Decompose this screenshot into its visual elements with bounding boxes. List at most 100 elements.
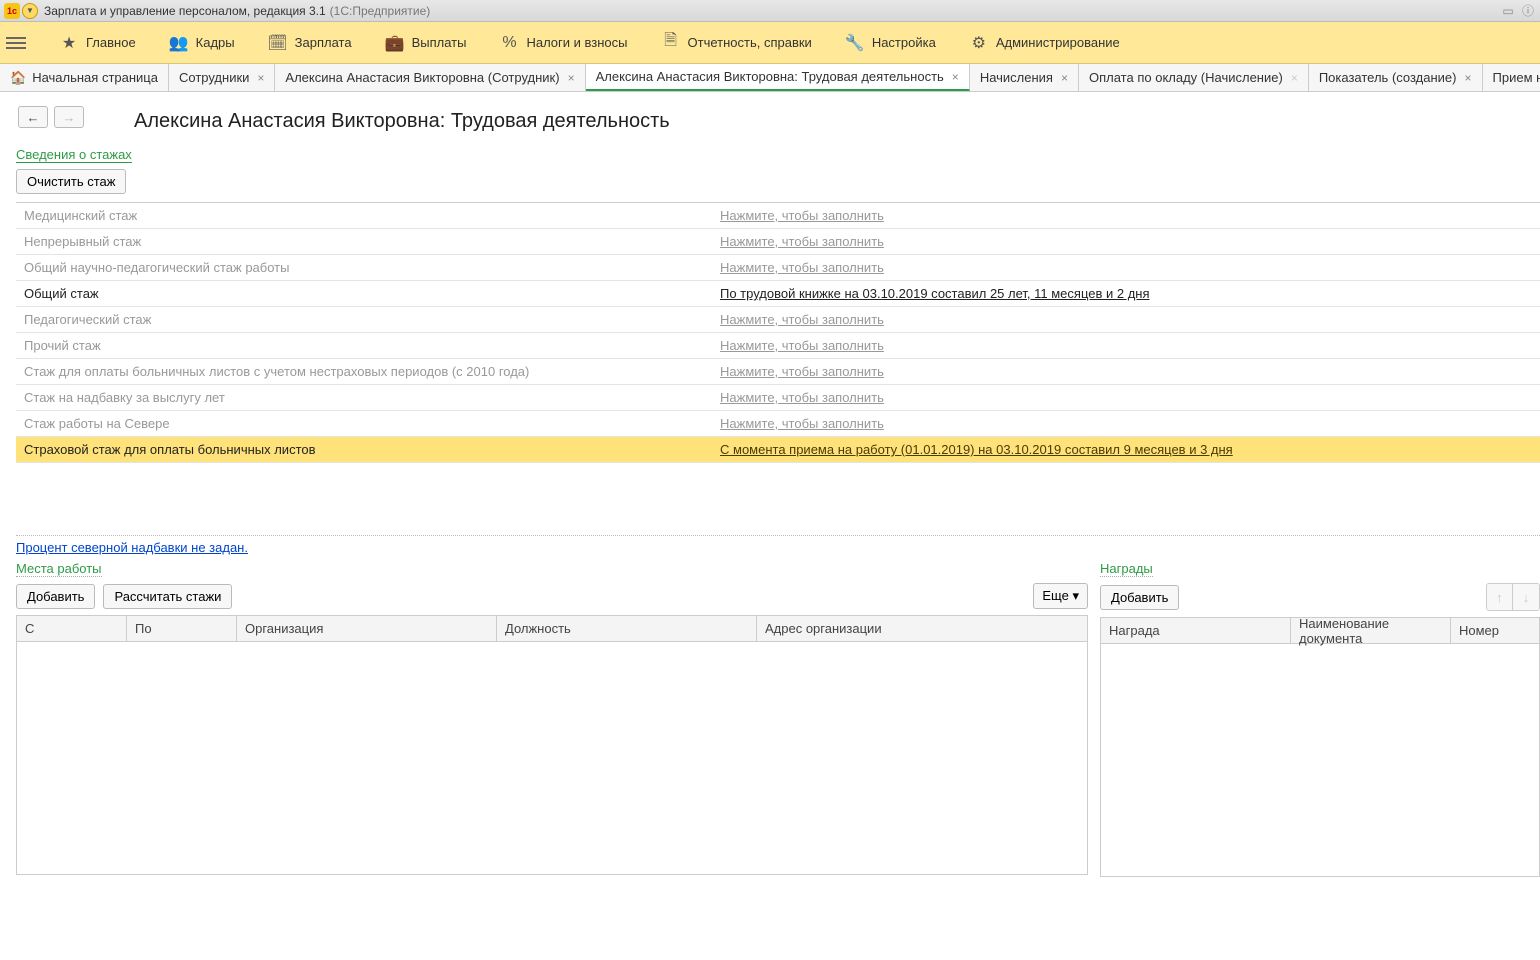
close-icon[interactable]: ×	[568, 71, 575, 85]
close-icon[interactable]: ×	[257, 71, 264, 85]
stazh-row-value: С момента приема на работу (01.01.2019) …	[716, 442, 1540, 457]
tab-priem[interactable]: Прием на	[1483, 64, 1540, 91]
nav-kadry[interactable]: 👥Кадры	[164, 30, 241, 56]
stazh-value-link[interactable]: Нажмите, чтобы заполнить	[720, 260, 884, 275]
people-icon: 👥	[170, 34, 188, 52]
nav-otchet[interactable]: 🗎Отчетность, справки	[656, 30, 818, 56]
stazh-value-link[interactable]: С момента приема на работу (01.01.2019) …	[720, 442, 1233, 457]
col-address[interactable]: Адрес организации	[757, 616, 1087, 641]
nav-nastroyka[interactable]: 🔧Настройка	[840, 30, 942, 56]
percent-icon: %	[500, 34, 518, 52]
stazh-row[interactable]: Общий научно-педагогический стаж работыН…	[16, 255, 1540, 281]
stazh-row-label: Стаж для оплаты больничных листов с учет…	[16, 364, 716, 379]
stazh-row-value: Нажмите, чтобы заполнить	[716, 364, 1540, 379]
awards-grid[interactable]: Награда Наименование документа Номер	[1100, 617, 1540, 877]
grid-body[interactable]	[1101, 644, 1539, 876]
nav-admin[interactable]: ⚙Администрирование	[964, 30, 1126, 56]
stazh-row[interactable]: Стаж для оплаты больничных листов с учет…	[16, 359, 1540, 385]
chevron-down-icon: ▾	[1072, 588, 1079, 603]
tab-trudovaya[interactable]: Алексина Анастасия Викторовна: Трудовая …	[586, 64, 970, 91]
north-bonus-link[interactable]: Процент северной надбавки не задан.	[16, 540, 248, 555]
home-icon: 🏠	[10, 70, 26, 86]
stazh-table: Медицинский стаж Нажмите, чтобы заполнить…	[16, 202, 1540, 463]
stazh-row-label: Педагогический стаж	[16, 312, 716, 327]
workplaces-grid[interactable]: С По Организация Должность Адрес организ…	[16, 615, 1088, 875]
stazh-row[interactable]: Стаж работы на Севере Нажмите, чтобы запо…	[16, 411, 1540, 437]
clear-stazh-button[interactable]: Очистить стаж	[16, 169, 126, 194]
calc-icon: 🗓	[269, 34, 287, 52]
back-button[interactable]: ←	[18, 106, 48, 128]
col-award[interactable]: Награда	[1101, 618, 1291, 643]
col-from[interactable]: С	[17, 616, 127, 641]
move-updown: ↑ ↓	[1486, 583, 1540, 611]
stazh-row-label: Стаж работы на Севере	[16, 416, 716, 431]
awards-panel: Награды Добавить ↑ ↓ Награда Наименовани…	[1100, 561, 1540, 877]
nav-vyplaty[interactable]: 💼Выплаты	[380, 30, 473, 56]
stazh-row-value: Нажмите, чтобы заполнить	[716, 260, 1540, 275]
stazh-row[interactable]: Страховой стаж для оплаты больничных лис…	[16, 437, 1540, 463]
stazh-row-value: Нажмите, чтобы заполнить	[716, 312, 1540, 327]
stazh-row[interactable]: Общий стажПо трудовой книжке на 03.10.20…	[16, 281, 1540, 307]
titlebar: 1c ▼ Зарплата и управление персоналом, р…	[0, 0, 1540, 22]
nav-main[interactable]: ★Главное	[54, 30, 142, 56]
stazh-row-label: Медицинский стаж	[16, 208, 716, 223]
doc-icon: 🗎	[662, 34, 680, 52]
app-menu-dropdown[interactable]: ▼	[22, 3, 38, 19]
burger-icon[interactable]	[6, 37, 26, 49]
section-awards-label: Награды	[1100, 561, 1153, 577]
col-docname[interactable]: Наименование документа	[1291, 618, 1451, 643]
move-down-button[interactable]: ↓	[1513, 584, 1539, 610]
calc-stazh-button[interactable]: Рассчитать стажи	[103, 584, 232, 609]
stazh-value-link[interactable]: Нажмите, чтобы заполнить	[720, 364, 884, 379]
add-award-button[interactable]: Добавить	[1100, 585, 1179, 610]
tab-home[interactable]: 🏠Начальная страница	[0, 64, 169, 91]
stazh-row[interactable]: Прочий стажНажмите, чтобы заполнить	[16, 333, 1540, 359]
grid-body[interactable]	[17, 642, 1087, 874]
stazh-value-link[interactable]: Нажмите, чтобы заполнить	[720, 416, 884, 431]
stazh-row-value: Нажмите, чтобы заполнить	[716, 208, 1540, 223]
tab-sotrudniki[interactable]: Сотрудники×	[169, 64, 275, 91]
stazh-row[interactable]: Непрерывный стажНажмите, чтобы заполнить	[16, 229, 1540, 255]
content: Алексина Анастасия Викторовна: Трудовая …	[0, 92, 1540, 877]
tab-pokazatel[interactable]: Показатель (создание)×	[1309, 64, 1483, 91]
lower-panels: Места работы Добавить Рассчитать стажи Е…	[16, 561, 1540, 877]
close-icon[interactable]: ×	[1291, 71, 1298, 85]
stazh-value-link[interactable]: Нажмите, чтобы заполнить	[720, 234, 884, 249]
tab-oplata[interactable]: Оплата по окладу (Начисление)×	[1079, 64, 1309, 91]
stazh-row[interactable]: Медицинский стаж Нажмите, чтобы заполнить	[16, 203, 1540, 229]
stazh-value-link[interactable]: Нажмите, чтобы заполнить	[720, 338, 884, 353]
nav-zarplata[interactable]: 🗓Зарплата	[263, 30, 358, 56]
forward-button[interactable]: →	[54, 106, 84, 128]
close-icon[interactable]: ×	[1061, 71, 1068, 85]
stazh-value-link[interactable]: По трудовой книжке на 03.10.2019 состави…	[720, 286, 1150, 301]
close-icon[interactable]: ×	[952, 70, 959, 84]
move-up-button[interactable]: ↑	[1487, 584, 1513, 610]
col-to[interactable]: По	[127, 616, 237, 641]
nav-nalogi[interactable]: %Налоги и взносы	[494, 30, 633, 56]
grid-header: Награда Наименование документа Номер	[1101, 618, 1539, 644]
window-restore-icon[interactable]: ▭	[1500, 3, 1516, 19]
platform-label: (1С:Предприятие)	[330, 4, 431, 18]
stazh-row[interactable]: Стаж на надбавку за выслугу летНажмите, …	[16, 385, 1540, 411]
app-title: Зарплата и управление персоналом, редакц…	[44, 4, 326, 18]
add-workplace-button[interactable]: Добавить	[16, 584, 95, 609]
stazh-value-link[interactable]: Нажмите, чтобы заполнить	[720, 390, 884, 405]
gear-icon: ⚙	[970, 34, 988, 52]
more-button[interactable]: Еще ▾	[1033, 583, 1088, 609]
nav-buttons: ← →	[18, 106, 84, 128]
stazh-row[interactable]: Педагогический стаж Нажмите, чтобы заполн…	[16, 307, 1540, 333]
close-icon[interactable]: ×	[1465, 71, 1472, 85]
workplaces-panel: Места работы Добавить Рассчитать стажи Е…	[16, 561, 1088, 877]
col-org[interactable]: Организация	[237, 616, 497, 641]
tab-employee[interactable]: Алексина Анастасия Викторовна (Сотрудник…	[275, 64, 585, 91]
stazh-value-link[interactable]: Нажмите, чтобы заполнить	[720, 312, 884, 327]
wallet-icon: 💼	[386, 34, 404, 52]
wrench-icon: 🔧	[846, 34, 864, 52]
col-position[interactable]: Должность	[497, 616, 757, 641]
tab-nachisleniya[interactable]: Начисления×	[970, 64, 1079, 91]
stazh-value-link[interactable]: Нажмите, чтобы заполнить	[720, 208, 884, 223]
window-info-icon[interactable]: ⓘ	[1520, 3, 1536, 19]
col-number[interactable]: Номер	[1451, 618, 1539, 643]
stazh-row-value: Нажмите, чтобы заполнить	[716, 416, 1540, 431]
star-icon: ★	[60, 34, 78, 52]
